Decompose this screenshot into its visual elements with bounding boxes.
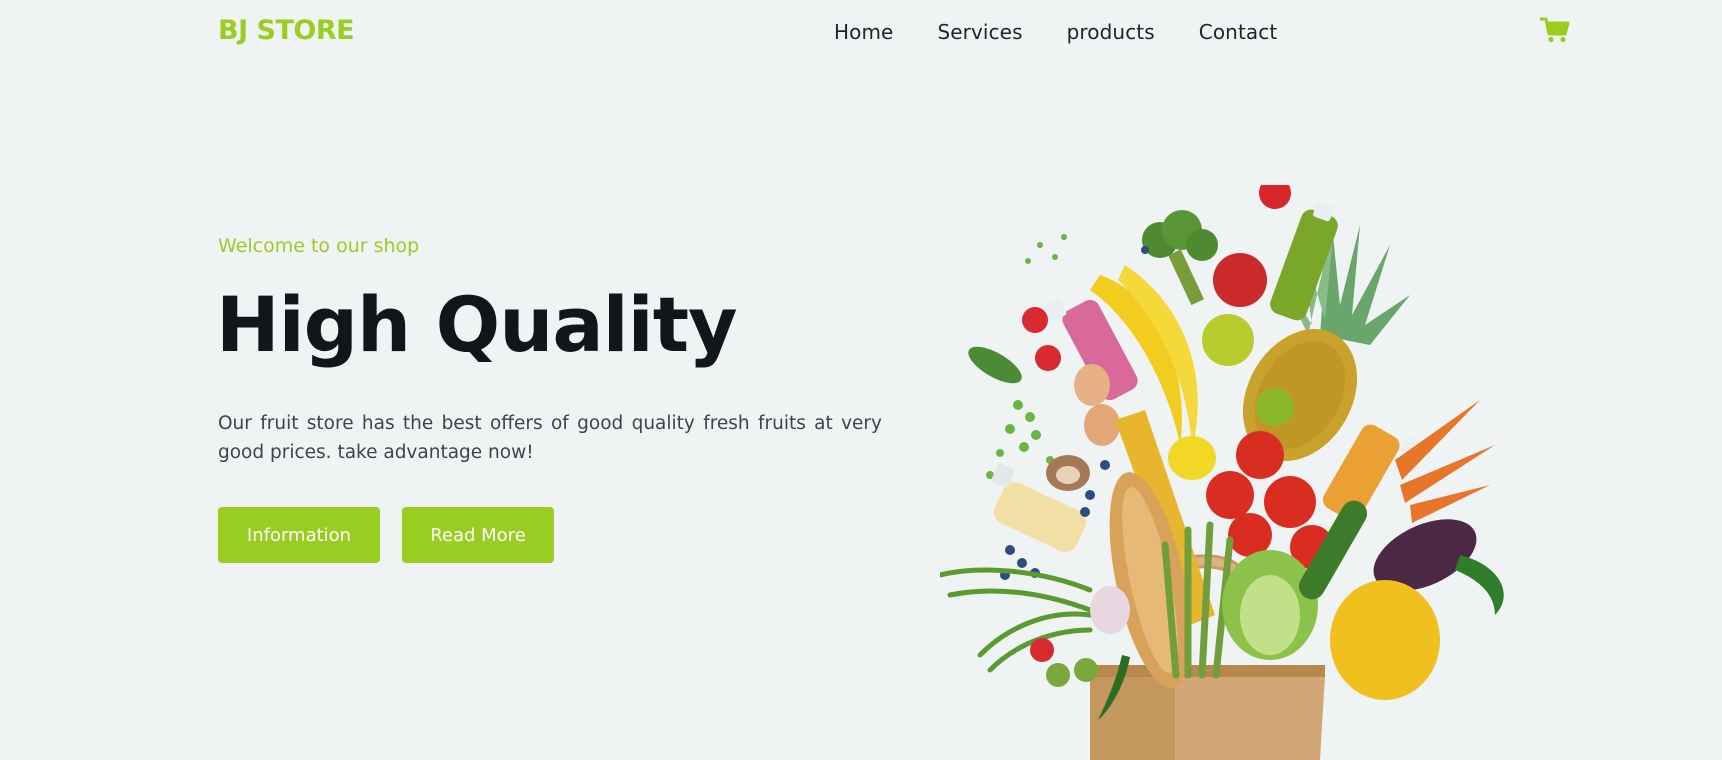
brussels-sprout-2 (1074, 658, 1098, 682)
lime (1256, 388, 1294, 426)
green-chili (1455, 555, 1504, 615)
brussels-sprout-1 (1046, 663, 1070, 687)
carrots (1395, 400, 1495, 523)
strawberry-bottom (1030, 638, 1054, 662)
brand-logo[interactable]: BJ STORE (218, 15, 355, 46)
yellow-melon (1330, 580, 1440, 700)
hero-title: High Quality (216, 280, 738, 369)
basil-leaf (968, 346, 1022, 384)
main-nav: Home Services products Contact (834, 20, 1321, 44)
lemon (1168, 436, 1216, 480)
strawberry-left-2 (1035, 345, 1061, 371)
red-apple (1213, 253, 1267, 307)
garlic (1090, 586, 1130, 634)
nav-item-contact[interactable]: Contact (1199, 20, 1278, 44)
information-button[interactable]: Information (218, 507, 380, 563)
green-apple (1202, 314, 1254, 366)
lettuce-core (1240, 575, 1300, 655)
nav-item-products[interactable]: products (1067, 20, 1155, 44)
landing-page: BJ STORE Home Services products Contact … (0, 0, 1722, 760)
hero-description: Our fruit store has the best offers of g… (218, 413, 882, 463)
mushroom (1046, 455, 1090, 491)
green-beans (940, 567, 1093, 673)
nav-item-home[interactable]: Home (834, 20, 893, 44)
egg-1 (1074, 364, 1110, 406)
nav-item-services[interactable]: Services (937, 20, 1022, 44)
strawberry (1259, 185, 1291, 209)
read-more-button[interactable]: Read More (402, 507, 554, 563)
shopping-cart-icon[interactable] (1540, 16, 1570, 44)
site-header: BJ STORE Home Services products Contact (0, 0, 1722, 70)
grocery-illustration (940, 185, 1504, 760)
hero-eyebrow: Welcome to our shop (218, 235, 420, 257)
egg-2 (1084, 404, 1120, 446)
strawberry-left-1 (1022, 307, 1048, 333)
